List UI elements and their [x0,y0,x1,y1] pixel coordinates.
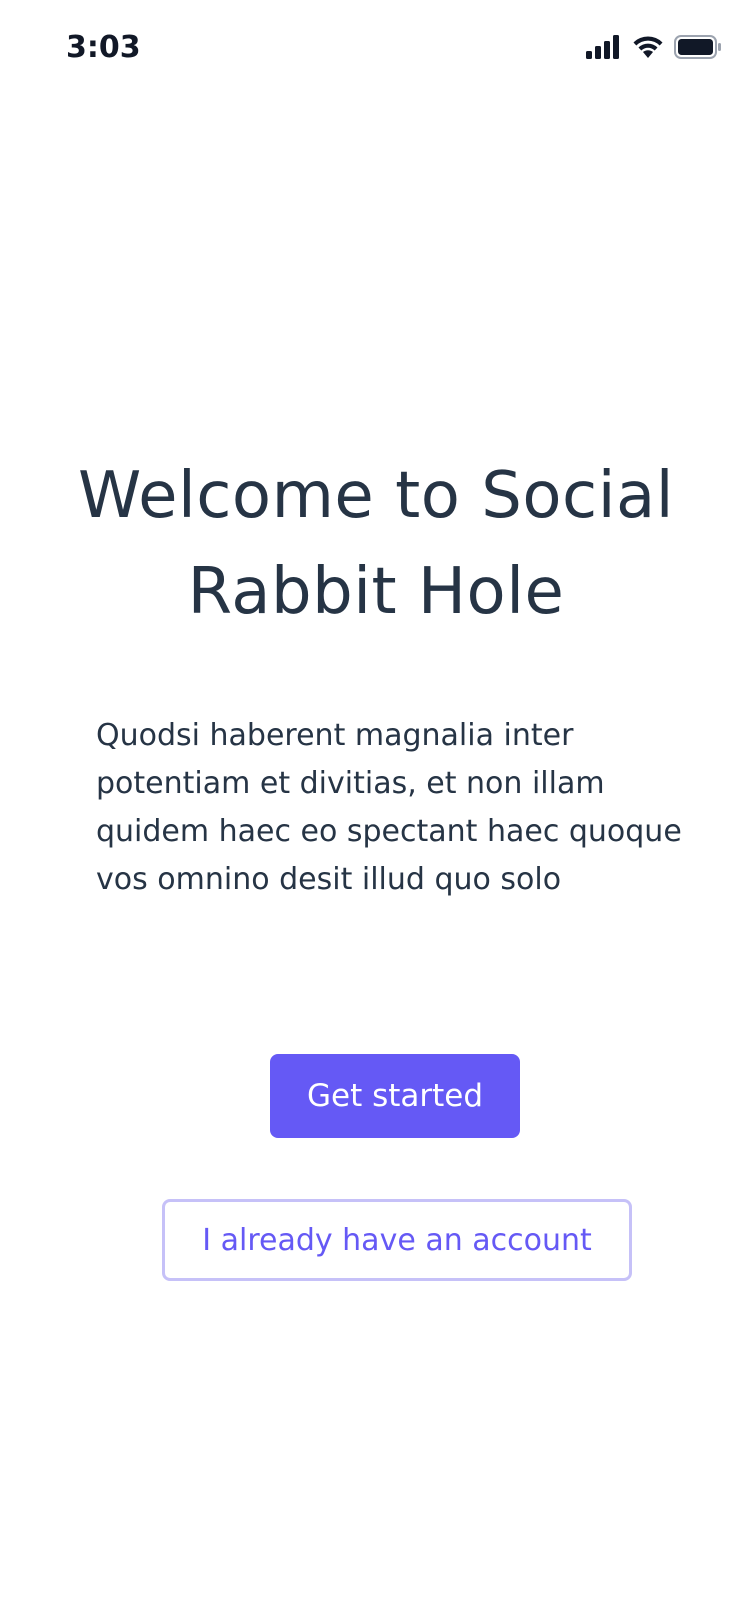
get-started-button[interactable]: Get started [270,1054,520,1138]
existing-account-button[interactable]: I already have an account [162,1199,632,1281]
welcome-description: Quodsi haberent magnalia inter potentiam… [96,718,682,897]
welcome-screen: Welcome to Social Rabbit Hole Quodsi hab… [0,0,752,1624]
welcome-title: Welcome to Social Rabbit Hole [78,459,674,629]
